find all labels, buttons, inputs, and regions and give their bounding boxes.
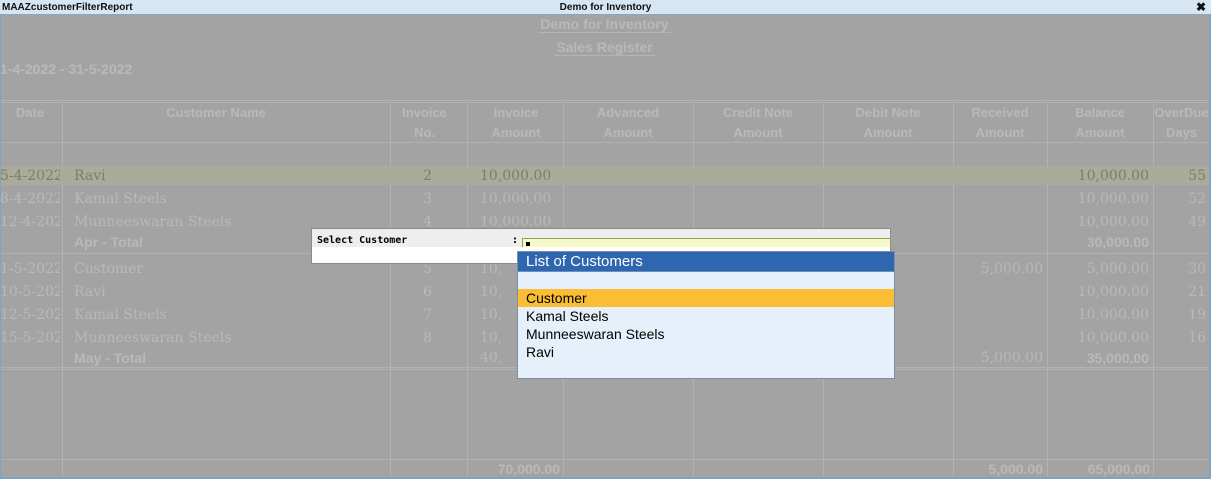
grand-total-invoice: 70,000.00 xyxy=(497,461,560,477)
column-header: Received xyxy=(971,105,1029,120)
column-header: Advanced xyxy=(596,105,660,120)
row-cell-received: 5,000.00 xyxy=(980,350,1043,366)
row-cell-customer: Kamal Steels xyxy=(74,191,167,207)
column-separator xyxy=(953,102,954,477)
row-cell-date: 12-4-2022 xyxy=(0,214,60,230)
row-cell-balance: 35,000.00 xyxy=(1086,350,1149,366)
report-period: 1-4-2022 - 31-5-2022 xyxy=(0,61,133,77)
column-separator xyxy=(1047,102,1048,477)
column-header-line2: Amount xyxy=(1075,125,1125,140)
select-customer-colon: : xyxy=(513,235,517,246)
column-header-line2: Days xyxy=(1165,125,1198,140)
window-title: Demo for Inventory xyxy=(559,2,652,13)
row-cell-balance: 10,000.00 xyxy=(1077,191,1149,207)
row-cell-received xyxy=(955,329,1043,347)
row-cell-date: 10-5-2022 xyxy=(0,284,60,300)
row-cell-balance: 30,000.00 xyxy=(1086,234,1149,250)
row-cell-received xyxy=(955,233,1043,251)
header-top-rule xyxy=(0,100,1209,101)
header-bottom-rule xyxy=(0,142,1209,143)
row-cell-customer: Kamal Steels xyxy=(74,307,167,323)
column-header: Invoice xyxy=(493,105,539,120)
column-header-line2: Amount xyxy=(975,125,1025,140)
column-header: Invoice xyxy=(402,105,447,120)
row-cell-date xyxy=(0,233,60,251)
grand-total-received: 5,000.00 xyxy=(988,461,1044,477)
row-cell-overdue: 16 xyxy=(1188,330,1206,346)
report-company: Demo for Inventory xyxy=(538,16,671,33)
column-header-line2: Amount xyxy=(491,125,541,140)
column-header: Balance xyxy=(1075,105,1125,120)
row-cell-customer: Munneeswaran Steels xyxy=(74,330,232,346)
row-cell-received xyxy=(955,213,1043,231)
row-cell-balance: 10,000.00 xyxy=(1077,330,1149,346)
list-item-kamal-steels[interactable]: Kamal Steels xyxy=(518,307,894,325)
customer-list-popup: List of Customers Customer Kamal Steels … xyxy=(517,251,895,379)
row-cell-overdue: 19 xyxy=(1188,307,1206,323)
row-cell-date xyxy=(0,349,60,367)
row-cell-overdue: 55 xyxy=(1188,168,1206,184)
row-cell-date: 1-5-2022 xyxy=(0,261,60,277)
row-cell-invoice-no: 6 xyxy=(423,284,432,300)
row-cell-invoice-no: 8 xyxy=(423,330,432,346)
column-header: OverDue xyxy=(1154,105,1209,120)
column-header: Debit Note xyxy=(855,105,921,120)
list-title-rule xyxy=(518,271,894,272)
row-cell-overdue: 21 xyxy=(1188,284,1206,300)
row-cell-balance: 10,000.00 xyxy=(1077,307,1149,323)
row-cell-invoice-amount: 10,000.00 xyxy=(480,191,552,207)
row-cell-invoice-no: 3 xyxy=(423,191,432,207)
row-cell-invoice-no: 2 xyxy=(423,168,432,184)
text-cursor xyxy=(526,242,530,246)
row-cell-customer: May - Total xyxy=(74,350,147,366)
header-top-rule-2 xyxy=(0,102,1209,103)
list-item-munneeswaran-steels[interactable]: Munneeswaran Steels xyxy=(518,325,894,343)
row-cell-customer: Ravi xyxy=(74,284,106,300)
window-frame-left xyxy=(0,15,1,479)
list-item-ravi[interactable]: Ravi xyxy=(518,343,894,361)
column-header-line2: Amount xyxy=(733,125,783,140)
row-cell-received: 5,000.00 xyxy=(980,261,1043,277)
row-cell-invoice-amount: 10,000.00 xyxy=(480,168,552,184)
row-cell-date: 8-4-2022 xyxy=(0,191,60,207)
row-cell-received xyxy=(955,190,1043,208)
row-cell-received xyxy=(955,283,1043,301)
select-customer-label: Select Customer xyxy=(317,235,408,246)
row-cell-balance: 10,000.00 xyxy=(1077,168,1149,184)
report-title: Sales Register xyxy=(554,39,655,56)
row-cell-date: 5-4-2022 xyxy=(0,168,60,184)
row-cell-received xyxy=(955,167,1043,185)
list-item-customer[interactable]: Customer xyxy=(518,289,894,307)
list-title: List of Customers xyxy=(518,252,894,271)
column-separator xyxy=(62,102,63,477)
column-header-line2: Amount xyxy=(603,125,653,140)
column-header-line2: Amount xyxy=(863,125,913,140)
row-cell-overdue xyxy=(1154,233,1206,251)
window-titlebar: MAAZcustomerFilterReport Demo for Invent… xyxy=(0,0,1211,15)
row-cell-invoice-no xyxy=(392,349,432,367)
row-cell-overdue xyxy=(1154,349,1206,367)
column-header: Customer Name xyxy=(166,105,266,120)
row-cell-balance: 5,000.00 xyxy=(1086,261,1149,277)
column-header: Date xyxy=(15,105,45,120)
row-cell-invoice-no: 7 xyxy=(423,307,432,323)
row-cell-customer: Ravi xyxy=(74,168,106,184)
row-cell-date: 15-5-2022 xyxy=(0,330,60,346)
column-separator xyxy=(390,102,391,477)
row-cell-overdue: 30 xyxy=(1188,261,1206,277)
row-cell-overdue: 49 xyxy=(1188,214,1206,230)
column-header: Credit Note xyxy=(722,105,794,120)
row-cell-received xyxy=(955,306,1043,324)
close-icon[interactable]: ✖ xyxy=(1196,0,1206,14)
grand-total-balance: 65,000.00 xyxy=(1087,461,1150,477)
column-separator xyxy=(467,102,468,477)
column-header-line2: No. xyxy=(414,125,435,140)
row-cell-date: 12-5-2022 xyxy=(0,307,60,323)
row-cell-balance: 10,000.00 xyxy=(1077,214,1149,230)
row-cell-overdue: 52 xyxy=(1188,191,1206,207)
row-cell-balance: 10,000.00 xyxy=(1077,284,1149,300)
